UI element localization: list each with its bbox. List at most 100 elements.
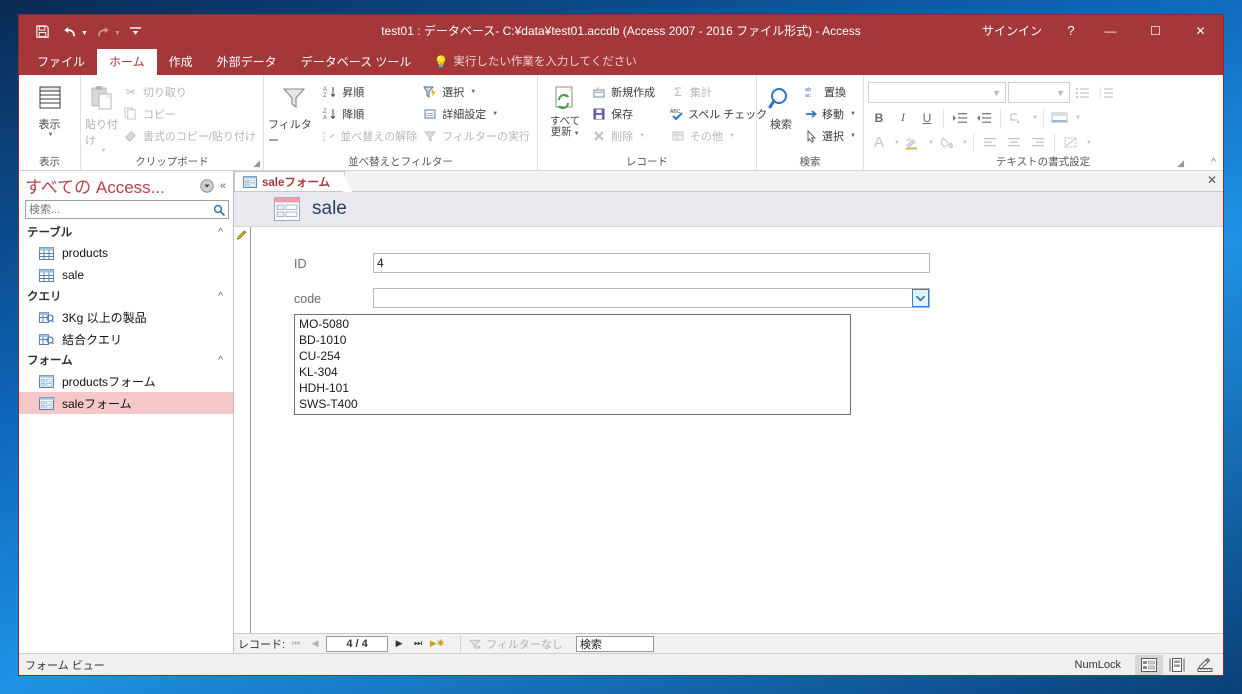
nav-item-sale-form[interactable]: saleフォーム: [19, 392, 233, 414]
record-search-input[interactable]: [575, 635, 654, 652]
advanced-filter-button[interactable]: 詳細設定 ▼: [419, 103, 533, 124]
shutter-bar-close-icon[interactable]: «: [217, 180, 229, 192]
totals-button: Σ 集計: [667, 81, 752, 102]
view-button[interactable]: 表示 ▼: [23, 80, 76, 138]
field-input-id[interactable]: [373, 253, 930, 273]
document-tab-sale-form[interactable]: saleフォーム: [234, 171, 353, 192]
dropdown-option[interactable]: HDH-101: [295, 380, 850, 396]
find-button[interactable]: 検索: [761, 80, 801, 132]
chevron-up-icon[interactable]: ^: [218, 291, 223, 302]
nav-group-tables[interactable]: テーブル ^: [19, 222, 233, 242]
table-icon: [39, 246, 54, 260]
save-icon[interactable]: [29, 19, 55, 43]
nav-menu-chevron-down-icon[interactable]: [197, 178, 217, 193]
nav-item-products-table[interactable]: products: [19, 242, 233, 264]
help-button[interactable]: ?: [1054, 15, 1088, 47]
last-record-button[interactable]: ⏭: [410, 638, 426, 649]
goto-button[interactable]: 移動 ▼: [801, 103, 859, 124]
dropdown-option[interactable]: MO-5080: [295, 316, 850, 332]
font-size-caret-icon[interactable]: ▼: [1056, 88, 1065, 98]
chevron-up-icon[interactable]: ^: [218, 355, 223, 366]
font-size-combo[interactable]: ▼: [1008, 82, 1070, 103]
text-formatting-dialog-launcher-icon[interactable]: ◢: [1177, 158, 1184, 169]
search-icon[interactable]: [213, 204, 228, 216]
nav-item-query-join[interactable]: 結合クエリ: [19, 328, 233, 350]
select-button[interactable]: 選択 ▼: [801, 125, 859, 146]
dropdown-option[interactable]: CU-254: [295, 348, 850, 364]
nav-item-products-form[interactable]: productsフォーム: [19, 370, 233, 392]
navigation-search-input[interactable]: [26, 202, 213, 217]
code-combobox[interactable]: [373, 288, 930, 308]
maximize-button[interactable]: ☐: [1133, 15, 1178, 47]
divider: [972, 133, 974, 152]
underline-button[interactable]: U: [916, 107, 938, 129]
nav-item-sale-table[interactable]: sale: [19, 264, 233, 286]
nav-group-queries[interactable]: クエリ ^: [19, 286, 233, 306]
increase-indent-icon[interactable]: [949, 107, 971, 129]
filter-button[interactable]: フィルター: [268, 80, 319, 148]
nav-group-forms[interactable]: フォーム ^: [19, 350, 233, 370]
records-commands-left: 新規作成 保存 削除 ▼: [588, 80, 667, 146]
replace-icon: ab ac: [804, 84, 820, 100]
undo-icon[interactable]: [57, 19, 83, 43]
spelling-button[interactable]: ABC スペル チェック: [667, 103, 767, 124]
goto-caret-icon[interactable]: ▼: [850, 111, 856, 117]
text-highlight-caret-icon: ▼: [927, 139, 934, 146]
ribbon-tab-home[interactable]: ホーム: [97, 49, 157, 75]
close-button[interactable]: ✕: [1178, 15, 1223, 47]
code-dropdown-list[interactable]: MO-5080 BD-1010 CU-254 KL-304 HDH-101 SW…: [294, 314, 851, 415]
filter-status[interactable]: フィルターなし: [460, 635, 563, 652]
view-caret-icon[interactable]: ▼: [48, 132, 54, 138]
advanced-filter-caret-icon[interactable]: ▼: [492, 111, 498, 117]
refresh-all-caret-icon[interactable]: ▼: [574, 131, 580, 137]
select-caret-icon[interactable]: ▼: [850, 133, 856, 139]
collapse-ribbon-icon[interactable]: ^: [1211, 157, 1216, 168]
selection-filter-caret-icon[interactable]: ▼: [470, 89, 476, 95]
dropdown-option[interactable]: BD-1010: [295, 332, 850, 348]
bold-button[interactable]: B: [868, 107, 890, 129]
document-tab-label: saleフォーム: [262, 176, 331, 189]
close-icon[interactable]: ✕: [1207, 173, 1217, 187]
form-view-icon[interactable]: [1135, 654, 1163, 675]
field-input-code[interactable]: [373, 288, 930, 308]
ribbon-tab-database-tools[interactable]: データベース ツール: [289, 49, 424, 75]
font-name-combo[interactable]: ▼: [868, 82, 1006, 103]
paste-button-label: 貼り付け: [85, 119, 118, 147]
chevron-up-icon[interactable]: ^: [218, 227, 223, 238]
chevron-down-icon[interactable]: [912, 289, 929, 307]
ribbon-tab-external-data[interactable]: 外部データ: [205, 49, 289, 75]
dropdown-option[interactable]: KL-304: [295, 364, 850, 380]
record-position-box[interactable]: 4 / 4: [326, 635, 389, 652]
italic-button[interactable]: I: [892, 107, 914, 129]
sort-descending-button[interactable]: ZA 降順: [319, 103, 419, 124]
ribbon-tab-create[interactable]: 作成: [157, 49, 205, 75]
layout-view-icon[interactable]: [1163, 655, 1191, 675]
font-name-caret-icon[interactable]: ▼: [992, 88, 1001, 98]
group-title-clipboard: クリップボード: [135, 156, 209, 168]
customize-qat-icon[interactable]: [123, 19, 149, 43]
new-record-button[interactable]: 新規作成: [588, 81, 667, 102]
ribbon-tab-file[interactable]: ファイル: [25, 49, 97, 75]
clipboard-dialog-launcher-icon[interactable]: ◢: [253, 158, 260, 169]
refresh-all-button[interactable]: すべて 更新 ▼: [542, 80, 588, 140]
design-view-icon[interactable]: [1191, 655, 1219, 675]
decrease-indent-icon[interactable]: [973, 107, 995, 129]
new-record-button[interactable]: ▶✱: [429, 638, 445, 649]
next-record-button[interactable]: ▶: [391, 638, 407, 649]
ribbon: 表示 ▼ 表示 貼り付け ▼ ✂ 切り取り コピー 書式のコピー/貼り付け クリ…: [19, 75, 1223, 171]
dropdown-option[interactable]: SWS-T400: [295, 396, 850, 412]
sign-in-button[interactable]: サインイン: [970, 15, 1054, 47]
minimize-button[interactable]: —: [1088, 15, 1133, 47]
navigation-search-row[interactable]: [25, 200, 229, 219]
save-record-button[interactable]: 保存: [588, 103, 667, 124]
tell-me-search[interactable]: 💡 実行したい作業を入力してください: [433, 49, 636, 75]
nav-item-query-3kg[interactable]: 3Kg 以上の製品: [19, 306, 233, 328]
undo-caret-icon[interactable]: ▼: [81, 30, 88, 37]
gridlines-icon: [1060, 132, 1082, 154]
record-selector[interactable]: [234, 227, 251, 633]
selection-filter-button[interactable]: 選択 ▼: [419, 81, 533, 102]
sort-ascending-button[interactable]: AZ 昇順: [319, 81, 419, 102]
copy-icon: [123, 106, 139, 122]
save-record-icon: [591, 106, 607, 122]
replace-button[interactable]: ab ac 置換: [801, 81, 859, 102]
